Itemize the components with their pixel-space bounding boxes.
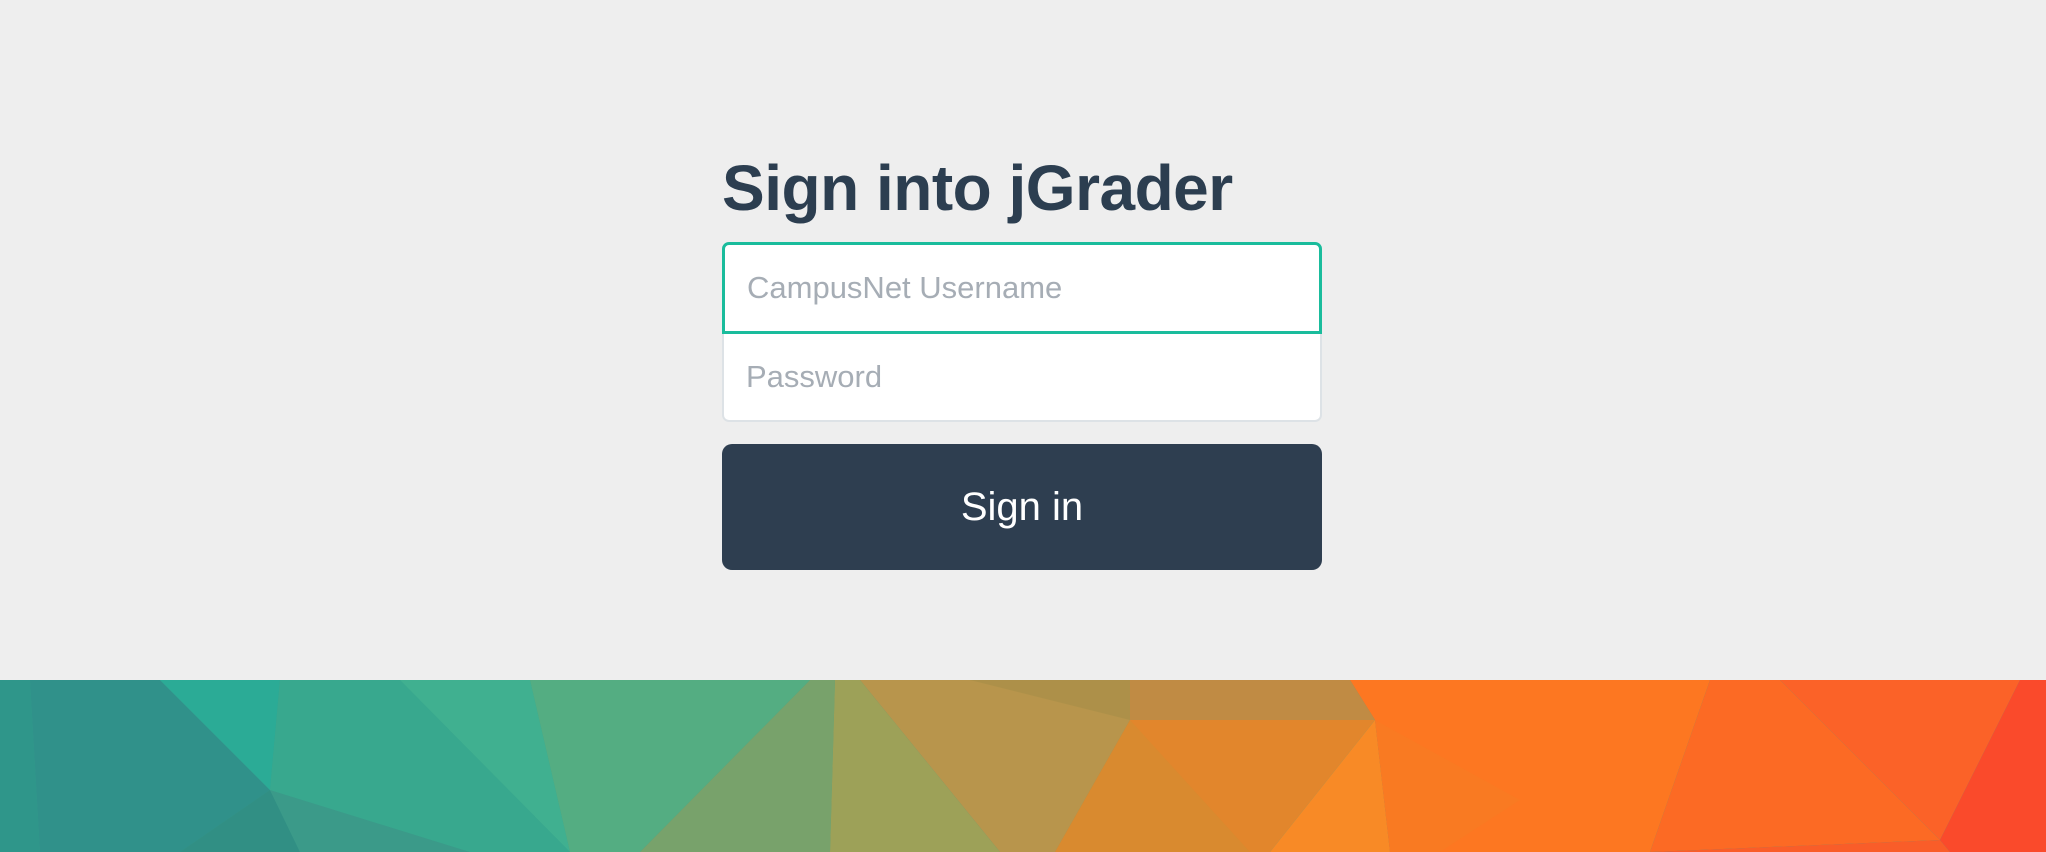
login-page: Sign into jGrader Sign in — [0, 0, 2046, 852]
password-field[interactable] — [722, 334, 1322, 422]
page-title: Sign into jGrader — [722, 152, 1233, 224]
sign-in-button[interactable]: Sign in — [722, 444, 1322, 570]
credential-fields — [722, 242, 1322, 422]
decorative-polygon-banner — [0, 680, 2046, 852]
username-field[interactable] — [722, 242, 1322, 334]
login-form: Sign into jGrader Sign in — [722, 150, 1322, 570]
